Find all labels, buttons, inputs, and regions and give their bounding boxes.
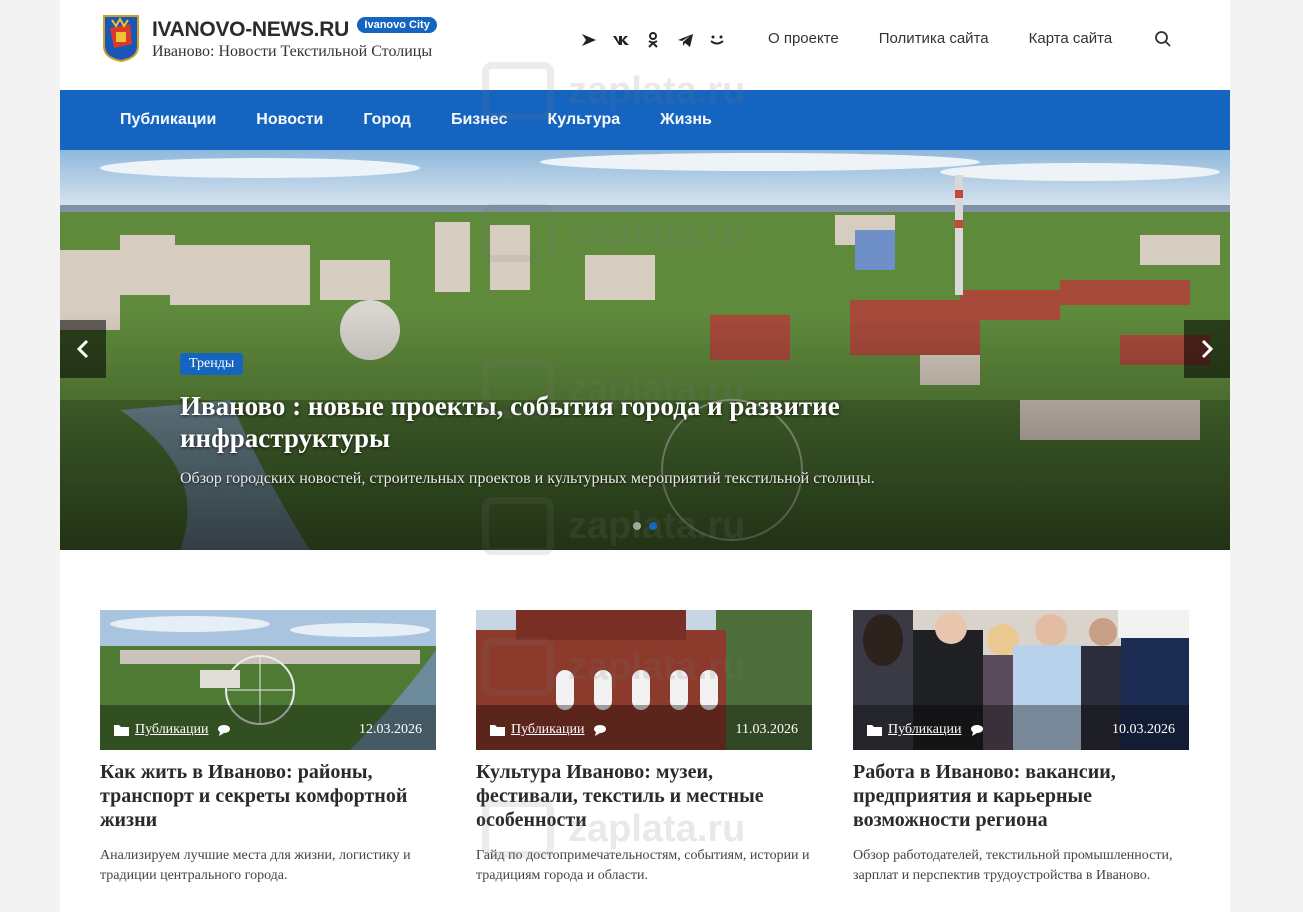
article-category-link[interactable]: Публикации (511, 722, 584, 738)
city-badge: Ivanovo City (357, 17, 437, 33)
hero-title[interactable]: Иваново : новые проекты, события города … (180, 390, 980, 454)
hero-slider[interactable]: Тренды Иваново : новые проекты, события … (60, 150, 1230, 550)
nav-business[interactable]: Бизнес (451, 111, 508, 129)
telegram-icon[interactable] (676, 30, 694, 50)
article-title[interactable]: Культура Иваново: музеи, фестивали, текс… (476, 760, 812, 832)
folder-icon (490, 725, 505, 736)
site-header: IVANOVO-NEWS.RU Ivanovo City Иваново: Но… (60, 0, 1230, 90)
article-card[interactable]: Публикации 11.03.2026 Культура Иваново: … (476, 610, 812, 886)
article-excerpt: Гайд по достопримечательностям, событиям… (476, 848, 810, 883)
article-title[interactable]: Работа в Иваново: вакансии, предприятия … (853, 760, 1189, 832)
chevron-left-icon (76, 339, 89, 359)
social-links (580, 30, 726, 50)
site-name[interactable]: IVANOVO-NEWS.RU (152, 18, 349, 41)
vk-icon[interactable] (612, 30, 630, 50)
smile-icon[interactable] (708, 30, 726, 50)
zen-icon[interactable] (580, 30, 598, 50)
nav-news[interactable]: Новости (256, 111, 323, 129)
site-tagline: Иваново: Новости Текстильной Столицы (152, 43, 433, 60)
comments-icon[interactable] (218, 724, 232, 736)
top-nav: О проекте Политика сайта Карта сайта (768, 30, 1112, 47)
article-thumbnail[interactable]: Публикации 12.03.2026 (100, 610, 436, 750)
article-category-link[interactable]: Публикации (135, 722, 208, 738)
article-date: 11.03.2026 (735, 722, 798, 737)
hero-city-panorama-image (60, 150, 1230, 550)
nav-city[interactable]: Город (363, 111, 411, 129)
top-nav-about[interactable]: О проекте (768, 30, 839, 47)
ok-icon[interactable] (644, 30, 662, 50)
slider-dots (633, 522, 657, 530)
article-excerpt: Анализируем лучшие места для жизни, логи… (100, 848, 411, 883)
folder-icon (867, 725, 882, 736)
article-meta: Публикации 11.03.2026 (490, 722, 798, 738)
top-nav-policy[interactable]: Политика сайта (879, 30, 989, 47)
page: IVANOVO-NEWS.RU Ivanovo City Иваново: Но… (60, 0, 1230, 912)
main-nav: Публикации Новости Город Бизнес Культура… (60, 90, 1230, 150)
article-thumbnail[interactable]: Публикации 10.03.2026 (853, 610, 1189, 750)
article-card[interactable]: Публикации 12.03.2026 Как жить в Иваново… (100, 610, 436, 886)
city-coat-of-arms-logo[interactable] (102, 14, 140, 62)
brand: IVANOVO-NEWS.RU Ivanovo City Иваново: Но… (152, 17, 437, 61)
article-date: 12.03.2026 (359, 722, 422, 737)
hero-category-badge[interactable]: Тренды (180, 353, 244, 375)
slider-prev-button[interactable] (60, 320, 106, 378)
slider-dot[interactable] (633, 522, 641, 530)
article-card[interactable]: Публикации 10.03.2026 Работа в Иваново: … (853, 610, 1189, 886)
hero-subtitle: Обзор городских новостей, строительных п… (180, 470, 875, 487)
nav-culture[interactable]: Культура (547, 111, 620, 129)
article-category-link[interactable]: Публикации (888, 722, 961, 738)
nav-publications[interactable]: Публикации (120, 111, 216, 129)
search-icon[interactable] (1154, 30, 1172, 48)
article-title[interactable]: Как жить в Иваново: районы, транспорт и … (100, 760, 436, 832)
slider-dot-active[interactable] (649, 522, 657, 530)
article-thumbnail[interactable]: Публикации 11.03.2026 (476, 610, 812, 750)
article-excerpt: Обзор работодателей, текстильной промышл… (853, 848, 1173, 883)
article-meta: Публикации 12.03.2026 (114, 722, 422, 738)
top-nav-sitemap[interactable]: Карта сайта (1029, 30, 1113, 47)
folder-icon (114, 725, 129, 736)
slider-next-button[interactable] (1184, 320, 1230, 378)
article-meta: Публикации 10.03.2026 (867, 722, 1175, 738)
article-date: 10.03.2026 (1112, 722, 1175, 737)
comments-icon[interactable] (971, 724, 985, 736)
chevron-right-icon (1201, 339, 1214, 359)
comments-icon[interactable] (594, 724, 608, 736)
nav-life[interactable]: Жизнь (660, 111, 712, 129)
